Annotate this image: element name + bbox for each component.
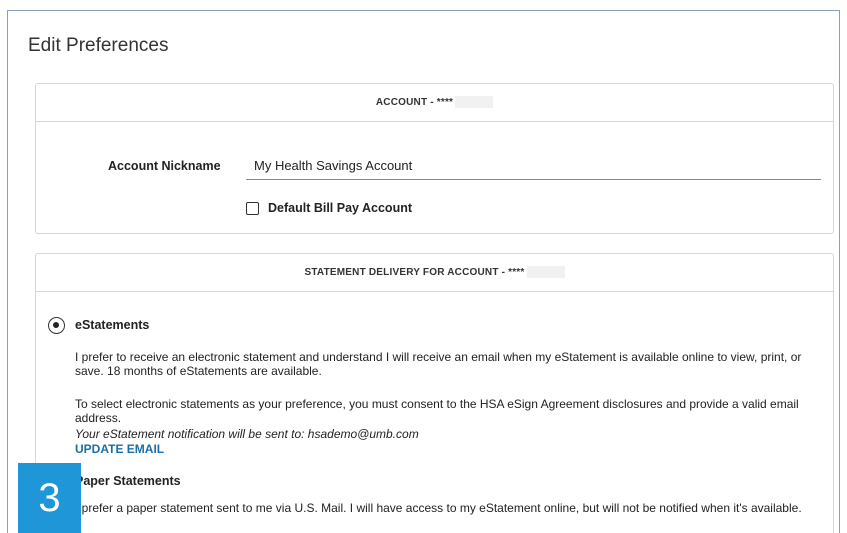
preferences-panel: Edit Preferences ACCOUNT - **** Account …	[7, 10, 840, 533]
estatements-radio[interactable]	[48, 317, 65, 334]
account-card: ACCOUNT - **** Account Nickname Default …	[35, 83, 834, 234]
update-email-link[interactable]: UPDATE EMAIL	[75, 442, 164, 456]
statement-card-header: STATEMENT DELIVERY FOR ACCOUNT - ****	[36, 254, 833, 292]
default-bill-pay-row[interactable]: Default Bill Pay Account	[246, 201, 412, 215]
paper-statements-label[interactable]: Paper Statements	[75, 474, 181, 488]
statement-delivery-card: STATEMENT DELIVERY FOR ACCOUNT - **** eS…	[35, 253, 834, 533]
account-card-header: ACCOUNT - ****	[36, 84, 833, 122]
account-header-text: ACCOUNT - ****	[375, 97, 454, 108]
estatements-description: I prefer to receive an electronic statem…	[75, 350, 802, 378]
default-bill-pay-label: Default Bill Pay Account	[268, 201, 413, 215]
estatements-consent-text: To select electronic statements as your …	[75, 397, 799, 425]
statement-header-text: STATEMENT DELIVERY FOR ACCOUNT - ****	[304, 267, 525, 278]
masked-account-number	[455, 96, 494, 109]
account-nickname-label: Account Nickname	[108, 159, 221, 173]
estatements-notification-text: Your eStatement notification will be sen…	[75, 427, 419, 441]
default-bill-pay-checkbox[interactable]	[246, 201, 259, 215]
step-number-badge: 3	[18, 463, 81, 533]
masked-account-number	[526, 266, 565, 279]
radio-selected-dot	[53, 322, 59, 328]
paper-statements-description: I prefer a paper statement sent to me vi…	[75, 501, 802, 515]
account-nickname-input[interactable]	[246, 152, 821, 180]
estatements-label[interactable]: eStatements	[75, 318, 149, 332]
page-title: Edit Preferences	[28, 35, 169, 56]
